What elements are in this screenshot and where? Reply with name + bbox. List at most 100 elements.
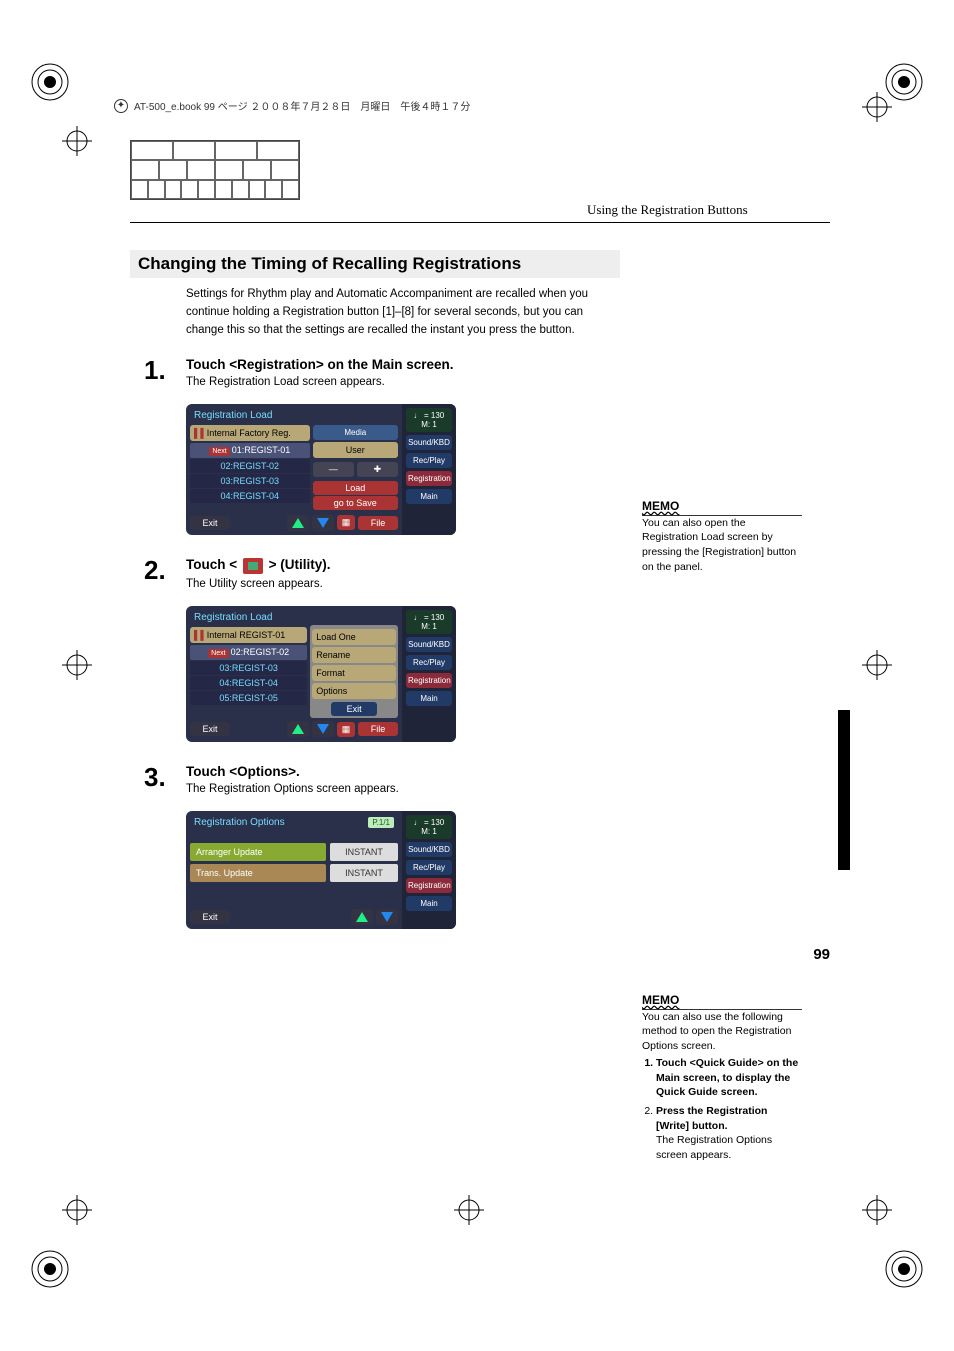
page-header-section: Using the Registration Buttons [587,202,748,218]
ss-list-item[interactable]: 03:REGIST-03 [190,661,307,675]
step-desc: The Registration Load screen appears. [186,376,830,388]
ss-list-item[interactable]: 02:REGIST-02 [190,459,310,473]
ss-list-item[interactable]: Next01:REGIST-01 [190,443,310,458]
ss-media-label: Media [313,425,398,440]
registration-target-icon [62,650,92,680]
side-tab[interactable]: Registration [406,673,452,688]
down-button[interactable] [376,909,398,925]
registration-target-icon [862,1195,892,1225]
keyboard-illustration [130,140,300,200]
memo-icon: MEMO [642,498,802,516]
registration-target-icon [62,1195,92,1225]
ss-internal[interactable]: ▌▌Internal REGIST-01 [190,627,307,643]
memo-note: MEMO You can also open the Registration … [642,498,802,575]
side-tab[interactable]: Main [406,691,452,706]
registration-target-icon [454,1195,484,1225]
memo-icon: MEMO [642,992,802,1010]
plus-button[interactable]: ✚ [357,462,398,477]
ss-list-item[interactable]: 03:REGIST-03 [190,474,310,488]
menu-exit-button[interactable]: Exit [331,702,377,716]
side-tab[interactable]: Sound/KBD [406,637,452,652]
ss-list-item[interactable]: 04:REGIST-04 [190,676,307,690]
ss-title: Registration Load [190,610,398,625]
side-tab[interactable]: Registration [406,878,452,893]
ss-list-item[interactable]: Next02:REGIST-02 [190,645,307,660]
registration-target-icon [862,92,892,122]
memo-note: MEMO You can also use the following meth… [642,992,802,1167]
book-info-header: ✦ AT-500_e.book 99 ページ ２００８年７月２８日 月曜日 午後… [114,98,470,113]
side-tab[interactable]: Rec/Play [406,453,452,468]
file-button[interactable]: File [358,722,398,736]
page-indicator: P.1/1 [368,817,394,828]
option-value[interactable]: INSTANT [330,864,398,882]
menu-item[interactable]: Format [312,665,396,681]
option-value[interactable]: INSTANT [330,843,398,861]
book-info-text: AT-500_e.book 99 ページ ２００８年７月２８日 月曜日 午後４時… [134,98,470,113]
memo-list-item: Press the Registration [Write] button. T… [656,1104,802,1163]
up-button[interactable] [351,909,373,925]
minus-button[interactable]: — [313,462,354,477]
utility-button[interactable]: ▦ [337,722,355,737]
menu-item[interactable]: Options [312,683,396,699]
exit-button[interactable]: Exit [190,516,230,530]
side-tab[interactable]: Main [406,896,452,911]
memo-intro: You can also use the following method to… [642,1010,802,1054]
side-tab[interactable]: Main [406,489,452,504]
side-tab[interactable]: Sound/KBD [406,842,452,857]
memo-subtext: The Registration Options screen appears. [656,1133,802,1162]
menu-item[interactable]: Load One [312,629,396,645]
section-title: Changing the Timing of Recalling Registr… [130,250,620,278]
load-button[interactable]: Load [313,481,398,495]
ss-title: Registration Options P.1/1 [190,815,398,830]
file-button[interactable]: File [358,516,398,530]
header-divider [130,222,830,223]
chapter-side-label: Using the Registration Buttons [839,734,846,829]
up-button[interactable] [287,515,309,531]
memo-text: You can also open the Registration Load … [642,516,802,575]
ss-internal[interactable]: ▌▌Internal Factory Reg. [190,425,310,441]
option-label[interactable]: Trans. Update [190,864,326,882]
ss-title: Registration Load [190,408,398,423]
option-row: Arranger Update INSTANT [190,843,398,861]
section-intro: Settings for Rhythm play and Automatic A… [186,286,616,339]
exit-button[interactable]: Exit [190,910,230,924]
utility-menu-screenshot: Registration Load ▌▌Internal REGIST-01 N… [186,606,456,742]
crop-mark-icon [30,1249,70,1289]
memo-list-item: Touch <Quick Guide> on the Main screen, … [656,1056,802,1100]
crop-mark-icon [884,1249,924,1289]
down-button[interactable] [312,515,334,531]
step-number: 1. [130,357,186,396]
menu-item[interactable]: Rename [312,647,396,663]
side-tab[interactable]: Registration [406,471,452,486]
side-tab[interactable]: Rec/Play [406,655,452,670]
tempo-indicator: ♩ = 130M: 1 [406,815,452,839]
utility-icon [243,558,263,574]
tempo-indicator: ♩ = 130M: 1 [406,408,452,432]
step-desc: The Registration Options screen appears. [186,783,830,795]
side-tab[interactable]: Sound/KBD [406,435,452,450]
utility-button[interactable]: ▦ [337,515,355,530]
step-1: 1. Touch <Registration> on the Main scre… [130,357,830,396]
registration-target-icon [62,126,92,156]
option-row: Trans. Update INSTANT [190,864,398,882]
option-label[interactable]: Arranger Update [190,843,326,861]
registration-options-screenshot: Registration Options P.1/1 Arranger Upda… [186,811,456,929]
side-tab[interactable]: Rec/Play [406,860,452,875]
step-3: 3. Touch <Options>. The Registration Opt… [130,764,830,803]
step-number: 3. [130,764,186,803]
up-button[interactable] [287,721,309,737]
down-button[interactable] [312,721,334,737]
step-desc: The Utility screen appears. [186,578,830,590]
step-heading: Touch <Options>. [186,764,830,779]
exit-button[interactable]: Exit [190,722,230,736]
ss-list-item[interactable]: 05:REGIST-05 [190,691,307,705]
step-heading: Touch <Registration> on the Main screen. [186,357,830,372]
go-to-save-button[interactable]: go to Save [313,496,398,510]
ss-user-tab[interactable]: User [313,442,398,458]
ss-list-item[interactable]: 04:REGIST-04 [190,489,310,503]
book-icon: ✦ [114,99,128,113]
step-number: 2. [130,557,186,597]
registration-load-screenshot: Registration Load ▌▌Internal Factory Reg… [186,404,456,535]
page-number: 99 [813,946,830,963]
registration-target-icon [862,650,892,680]
